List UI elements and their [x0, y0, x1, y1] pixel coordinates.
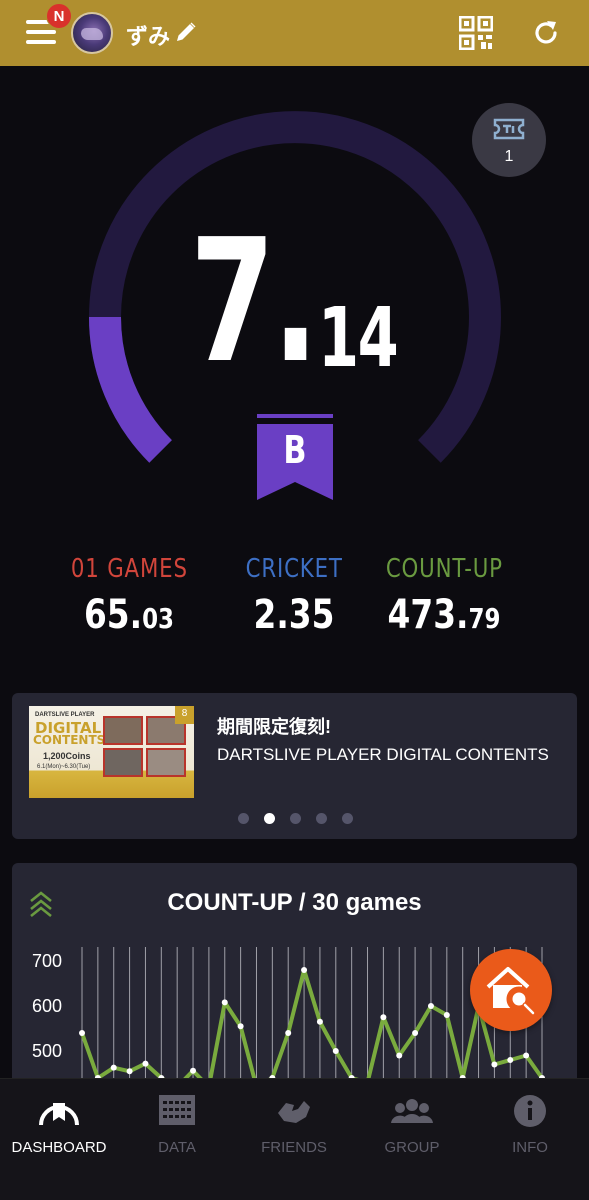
group-icon	[391, 1099, 433, 1123]
nav-friends[interactable]: FRIENDS	[235, 1091, 353, 1156]
banner-image-caption: 6.1(Mon)~6.30(Tue)	[37, 764, 91, 770]
top-header: N ずみ	[0, 0, 589, 66]
chart-point	[285, 1030, 292, 1036]
y-tick-label: 500	[32, 1041, 62, 1061]
home-search-icon	[486, 967, 537, 1016]
info-icon	[514, 1095, 546, 1127]
banner-subtitle: DARTSLIVE PLAYER DIGITAL CONTENTS	[217, 745, 549, 764]
nav-label: FRIENDS	[261, 1139, 327, 1156]
chart-point	[316, 1018, 323, 1025]
bottom-navigation: DASHBOARD DATA FRIENDS GROUP INFO	[0, 1078, 589, 1200]
qr-code-icon[interactable]	[459, 16, 493, 50]
chart-point	[412, 1030, 419, 1036]
stat-01-games[interactable]: 01 GAMES 65.03	[54, 554, 204, 638]
stat-label: CRICKET	[245, 554, 343, 584]
nav-label: INFO	[512, 1139, 548, 1156]
nav-label: GROUP	[384, 1139, 440, 1156]
shop-search-button[interactable]	[470, 949, 552, 1031]
chart-point	[380, 1014, 387, 1021]
rating-integer: 7.	[190, 203, 319, 401]
chart-point	[523, 1052, 530, 1059]
stat-value: 473.79	[387, 592, 501, 638]
refresh-icon[interactable]	[531, 18, 561, 48]
data-icon	[159, 1095, 195, 1125]
stat-label: 01 GAMES	[70, 554, 188, 584]
carousel-dot[interactable]	[342, 813, 353, 824]
stat-count-up[interactable]: COUNT-UP 473.79	[369, 554, 519, 638]
notification-badge: N	[46, 3, 72, 29]
y-tick-label: 700	[32, 951, 62, 971]
chart-point	[507, 1057, 514, 1063]
chart-point	[237, 1023, 244, 1030]
pencil-icon[interactable]	[174, 20, 198, 44]
chart-point	[427, 1003, 434, 1009]
chart-point	[221, 999, 228, 1006]
nav-label: DATA	[158, 1139, 196, 1156]
ticket-button[interactable]: 1	[472, 103, 546, 177]
dashboard-page: N ずみ 1 7. 14 B 01 GAMES 65.03 CRICKET 2.…	[0, 0, 589, 1200]
y-tick-label: 600	[32, 996, 62, 1016]
flight-class-letter: B	[283, 428, 307, 472]
chart-point	[396, 1052, 403, 1059]
chart-point	[142, 1060, 149, 1067]
nav-dashboard[interactable]: DASHBOARD	[0, 1091, 118, 1156]
banner-image-caption: DARTSLIVE PLAYER	[35, 712, 95, 718]
banner-image-caption: CONTENTS	[33, 733, 106, 747]
chart-point	[190, 1067, 197, 1074]
stat-value: 2.35	[253, 592, 335, 638]
nav-label: DASHBOARD	[11, 1139, 107, 1156]
friends-icon	[278, 1101, 310, 1123]
chart-point	[332, 1048, 339, 1054]
chart-point	[443, 1012, 450, 1018]
banner-image[interactable]: DARTSLIVE PLAYER DIGITAL CONTENTS 1,200C…	[29, 706, 194, 798]
rating-decimal: 14	[318, 291, 399, 386]
chart-point	[491, 1061, 498, 1068]
ticket-count: 1	[504, 148, 514, 165]
news-banner[interactable]: DARTSLIVE PLAYER DIGITAL CONTENTS 1,200C…	[12, 693, 577, 839]
stat-cricket[interactable]: CRICKET 2.35	[219, 554, 369, 638]
nav-group[interactable]: GROUP	[353, 1091, 471, 1156]
chart-point	[79, 1030, 85, 1036]
nav-info[interactable]: INFO	[471, 1091, 589, 1156]
banner-image-caption: 1,200Coins	[43, 751, 91, 761]
avatar[interactable]	[71, 12, 113, 54]
carousel-dot[interactable]	[238, 813, 249, 824]
stat-label: COUNT-UP	[385, 554, 503, 584]
chart-point	[110, 1064, 117, 1071]
rating-value: 7. 14	[190, 203, 399, 401]
chart-point	[301, 967, 308, 973]
dashboard-icon	[39, 1103, 79, 1126]
ticket-icon	[493, 118, 525, 140]
banner-title: 期間限定復刻!	[217, 717, 331, 737]
carousel-dot[interactable]	[290, 813, 301, 824]
carousel-dot[interactable]	[316, 813, 327, 824]
banner-image-corner: 8	[175, 706, 194, 724]
username[interactable]: ずみ	[126, 19, 170, 51]
carousel-dot[interactable]	[264, 813, 275, 824]
nav-data[interactable]: DATA	[118, 1091, 236, 1156]
stat-value: 65.03	[83, 592, 175, 638]
banner-cards	[103, 716, 187, 778]
chart-point	[126, 1068, 133, 1075]
